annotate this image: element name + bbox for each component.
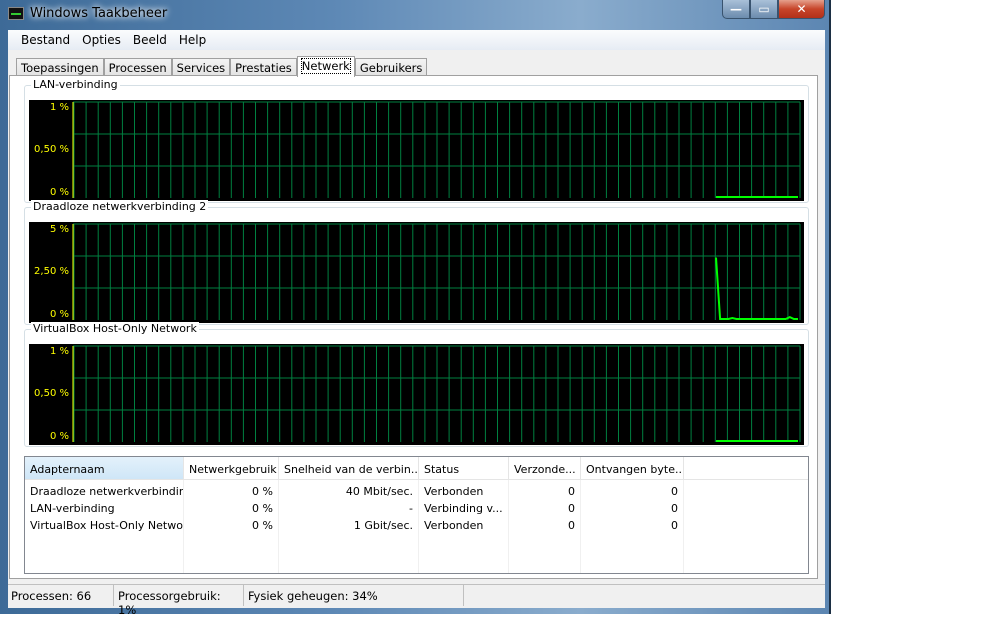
column-verzonden[interactable]: Verzonde... [509, 457, 581, 479]
table-header: Adapternaam Netwerkgebruik Snelheid van … [25, 457, 808, 480]
task-manager-window: Windows Taakbeheer — ▭ ✕ Bestand Opties … [0, 0, 831, 617]
table-cell: 0 % [184, 516, 279, 533]
graph-background [29, 222, 804, 323]
status-processes: Processen: 66 [8, 585, 114, 606]
status-cpu: Processorgebruik: 1% [114, 585, 244, 617]
table-cell: 0 [581, 499, 684, 516]
table-cell: LAN-verbinding [25, 499, 184, 516]
menu-bestand[interactable]: Bestand [15, 30, 76, 50]
tab-prestaties[interactable]: Prestaties [230, 58, 297, 76]
menu-help[interactable]: Help [173, 30, 212, 50]
table-cell: 0 % [184, 499, 279, 516]
task-manager-icon [8, 7, 24, 20]
tab-netwerk[interactable]: Netwerk [296, 56, 355, 77]
table-cell: - [279, 499, 419, 516]
table-row[interactable]: LAN-verbinding 0 % - Verbinding v... 0 0 [25, 499, 808, 516]
menu-bar: Bestand Opties Beeld Help [8, 30, 825, 50]
graph-virtualbox: VirtualBox Host-Only Network 1 % 0,50 % 0 … [24, 322, 809, 447]
graph-lan: LAN-verbinding 1 % 0,50 % 0 % [24, 78, 809, 203]
column-netwerkgebruik[interactable]: Netwerkgebruik [184, 457, 279, 479]
tab-gebruikers[interactable]: Gebruikers [354, 58, 428, 76]
column-status[interactable]: Status [419, 457, 509, 479]
tab-processen[interactable]: Processen [103, 58, 172, 76]
column-adapternaam[interactable]: Adapternaam [25, 457, 184, 479]
window-title: Windows Taakbeheer [30, 6, 168, 21]
adapter-table: Adapternaam Netwerkgebruik Snelheid van … [24, 456, 809, 574]
tab-toepassingen[interactable]: Toepassingen [16, 58, 104, 76]
table-cell: Draadloze netwerkverbinding 2 [25, 482, 184, 499]
table-cell: VirtualBox Host-Only Network [25, 516, 184, 533]
table-cell: 0 [581, 516, 684, 533]
table-cell: Verbonden [419, 482, 509, 499]
tick-label: 0 % [50, 309, 69, 320]
table-cell: 40 Mbit/sec. [279, 482, 419, 499]
network-graph: 5 % 2,50 % 0 % [29, 222, 804, 323]
column-snelheid[interactable]: Snelheid van de verbin... [279, 457, 419, 479]
status-memory: Fysiek geheugen: 34% [244, 585, 464, 606]
tick-label: 2,50 % [34, 266, 69, 277]
table-cell: 0 [509, 499, 581, 516]
graph-background [29, 100, 804, 201]
minimize-button[interactable]: — [722, 0, 750, 19]
close-button[interactable]: ✕ [778, 0, 825, 19]
column-ontvangen[interactable]: Ontvangen byte... [581, 457, 684, 479]
table-cell: 0 [581, 482, 684, 499]
table-cell: Verbonden [419, 516, 509, 533]
tick-label: 1 % [50, 102, 69, 113]
tick-label: 5 % [50, 224, 69, 235]
tick-label: 1 % [50, 346, 69, 357]
table-row[interactable]: Draadloze netwerkverbinding 20 %40 Mbit/… [25, 482, 808, 499]
tick-label: 0 % [50, 187, 69, 198]
network-graph: 1 % 0,50 % 0 % [29, 100, 804, 201]
table-cell: 0 [509, 516, 581, 533]
maximize-button[interactable]: ▭ [750, 0, 778, 19]
graph-background [29, 344, 804, 445]
tick-label: 0,50 % [34, 388, 69, 399]
graph-title: LAN-verbinding [31, 78, 120, 91]
menu-opties[interactable]: Opties [76, 30, 127, 50]
graph-title: VirtualBox Host-Only Network [31, 322, 199, 335]
graph-wireless: Draadloze netwerkverbinding 2 5 % 2,50 % 0… [24, 200, 809, 325]
menu-beeld[interactable]: Beeld [127, 30, 173, 50]
network-panel: LAN-verbinding 1 % 0,50 % 0 % Draadloze ne… [9, 75, 818, 579]
table-cell: 0 [509, 482, 581, 499]
status-bar: Processen: 66 Processorgebruik: 1% Fysie… [8, 584, 825, 617]
tab-services[interactable]: Services [171, 58, 231, 76]
network-graph: 1 % 0,50 % 0 % [29, 344, 804, 445]
tick-label: 0,50 % [34, 144, 69, 155]
table-cell: Verbinding v... [419, 499, 509, 516]
table-cell: 0 % [184, 482, 279, 499]
table-cell: 1 Gbit/sec. [279, 516, 419, 533]
graph-title: Draadloze netwerkverbinding 2 [31, 200, 209, 213]
tick-label: 0 % [50, 431, 69, 442]
tab-bar: Toepassingen Processen Services Prestati… [16, 56, 428, 77]
table-row[interactable]: VirtualBox Host-Only Network 0 % 1 Gbit/se… [25, 516, 808, 533]
